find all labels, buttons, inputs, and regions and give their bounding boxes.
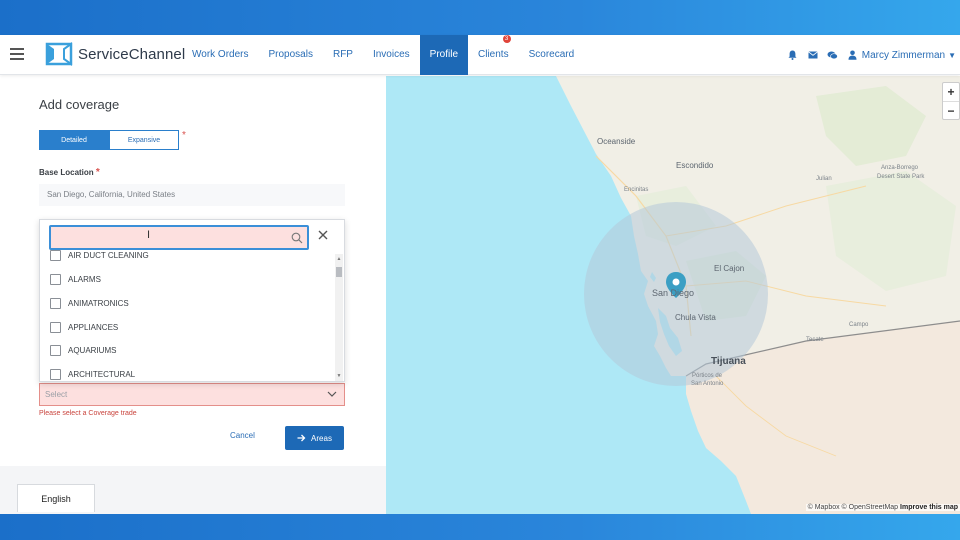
map-label-chula-vista: Chula Vista	[675, 313, 716, 322]
clients-badge: 3	[502, 35, 511, 43]
nav-label: Profile	[429, 49, 459, 60]
logo[interactable]: ServiceChannel	[44, 41, 185, 67]
checkbox[interactable]	[50, 321, 61, 333]
nav-clients[interactable]: Clients 3	[468, 35, 519, 75]
error-message: Please select a Coverage trade	[39, 410, 137, 417]
list-item-label: APPLIANCES	[68, 322, 119, 332]
base-location-label-text: Base Location	[39, 168, 94, 177]
servicechannel-logo-icon	[44, 41, 74, 67]
cancel-button[interactable]: Cancel	[230, 431, 255, 440]
close-icon[interactable]	[316, 228, 330, 242]
chat-icon[interactable]	[827, 49, 839, 61]
map-label-anza-borrego: Anza-Borrego	[881, 165, 919, 171]
text-cursor-icon: I	[147, 229, 151, 241]
areas-button-label: Areas	[311, 433, 332, 443]
list-item-label: AIR DUCT CLEANING	[68, 250, 149, 260]
nav-profile[interactable]: Profile	[419, 35, 469, 75]
chevron-down-icon[interactable]: ▼	[948, 51, 956, 60]
mail-icon[interactable]	[807, 49, 819, 61]
list-item[interactable]: APPLIANCES	[50, 319, 118, 335]
map-label-desert-state-park: Desert State Park	[877, 174, 925, 180]
list-item[interactable]: ARCHITECTURAL	[50, 366, 136, 381]
map-label-san-diego: San Diego	[652, 288, 695, 298]
map-label-encinitas: Encinitas	[624, 187, 649, 193]
detailed-option[interactable]: Detailed	[39, 130, 109, 150]
checkbox[interactable]	[50, 250, 61, 261]
scroll-up-icon[interactable]: ▲	[335, 255, 343, 263]
map-label-tijuana: Tijuana	[711, 356, 746, 367]
list-item[interactable]: AQUARIUMS	[50, 342, 116, 358]
scroll-thumb[interactable]	[336, 267, 342, 277]
map-label-julian: Julian	[816, 176, 832, 182]
nav-proposals[interactable]: Proposals	[259, 35, 323, 75]
base-location-label: Base Location *	[39, 167, 100, 178]
trade-search-input[interactable]: I	[49, 225, 309, 250]
language-selector[interactable]: English	[17, 484, 95, 512]
list-item-label: ANIMATRONICS	[68, 298, 129, 308]
areas-button[interactable]: Areas	[285, 426, 344, 450]
trade-list: AIR DUCT CLEANING ALARMS ANIMATRONICS AP…	[40, 250, 336, 381]
checkbox[interactable]	[50, 344, 61, 356]
coverage-mode-toggle: Detailed Expansive	[39, 130, 179, 150]
coverage-trade-select[interactable]: Select	[39, 383, 345, 406]
map-attribution: © Mapbox © OpenStreetMap Improve this ma…	[805, 504, 960, 511]
required-asterisk: *	[95, 167, 100, 178]
map-label-escondido: Escondido	[676, 161, 714, 170]
arrow-right-icon	[297, 434, 306, 442]
base-location-field[interactable]: San Diego, California, United States	[39, 184, 345, 206]
map-label-oceanside: Oceanside	[597, 137, 636, 146]
user-icon[interactable]	[847, 49, 859, 61]
required-asterisk: *	[182, 130, 186, 141]
map-label-san-antonio: San Antonio	[691, 381, 724, 387]
checkbox[interactable]	[50, 273, 61, 285]
list-item-label: AQUARIUMS	[68, 345, 117, 355]
map-label-el-cajon: El Cajon	[714, 264, 745, 273]
user-name[interactable]: Marcy Zimmerman	[862, 50, 945, 61]
zoom-control: + −	[942, 82, 960, 120]
nav-label: Scorecard	[528, 49, 575, 60]
trade-dropdown: I AIR DUCT CLEANING ALARMS ANIMATRONICS …	[39, 219, 345, 382]
nav-label: Clients	[478, 49, 509, 60]
map-label-porticos: Pórticos de	[692, 373, 723, 379]
list-item[interactable]: ANIMATRONICS	[50, 295, 129, 311]
nav-scorecard[interactable]: Scorecard	[519, 35, 585, 75]
chevron-down-icon	[327, 391, 337, 397]
expansive-option[interactable]: Expansive	[109, 130, 179, 150]
map-label-campo: Campo	[849, 322, 869, 328]
map-label-tecate: Tecate	[806, 337, 824, 343]
nav-invoices[interactable]: Invoices	[363, 35, 420, 75]
list-item[interactable]: AIR DUCT CLEANING	[50, 250, 149, 263]
top-navbar: ServiceChannel Work Orders Proposals RFP…	[0, 35, 960, 75]
list-item-label: ARCHITECTURAL	[68, 369, 136, 379]
nav-label: Proposals	[268, 49, 313, 60]
improve-map-link[interactable]: Improve this map	[900, 504, 958, 511]
checkbox[interactable]	[50, 297, 61, 309]
list-item[interactable]: ALARMS	[50, 271, 101, 287]
map-view[interactable]: Oceanside Escondido Encinitas Julian Anz…	[386, 76, 960, 514]
scroll-down-icon[interactable]: ▼	[335, 372, 343, 380]
attribution-text: © Mapbox © OpenStreetMap	[807, 504, 899, 511]
bottom-banner	[0, 514, 960, 540]
nav-rfp[interactable]: RFP	[323, 35, 363, 75]
nav-work-orders[interactable]: Work Orders	[182, 35, 259, 75]
logo-text: ServiceChannel	[78, 45, 186, 63]
list-item-label: ALARMS	[68, 274, 101, 284]
search-icon	[291, 232, 303, 244]
nav-label: Work Orders	[192, 49, 249, 60]
zoom-in-button[interactable]: +	[943, 83, 959, 101]
bell-icon[interactable]	[787, 49, 799, 61]
scrollbar[interactable]: ▲ ▼	[335, 254, 343, 381]
nav-label: Invoices	[372, 49, 410, 60]
page-title: Add coverage	[39, 97, 120, 112]
nav-label: RFP	[332, 49, 353, 60]
zoom-out-button[interactable]: −	[943, 101, 959, 119]
checkbox[interactable]	[50, 368, 61, 380]
select-placeholder: Select	[45, 390, 68, 399]
menu-icon[interactable]	[10, 48, 24, 60]
top-banner	[0, 0, 960, 35]
